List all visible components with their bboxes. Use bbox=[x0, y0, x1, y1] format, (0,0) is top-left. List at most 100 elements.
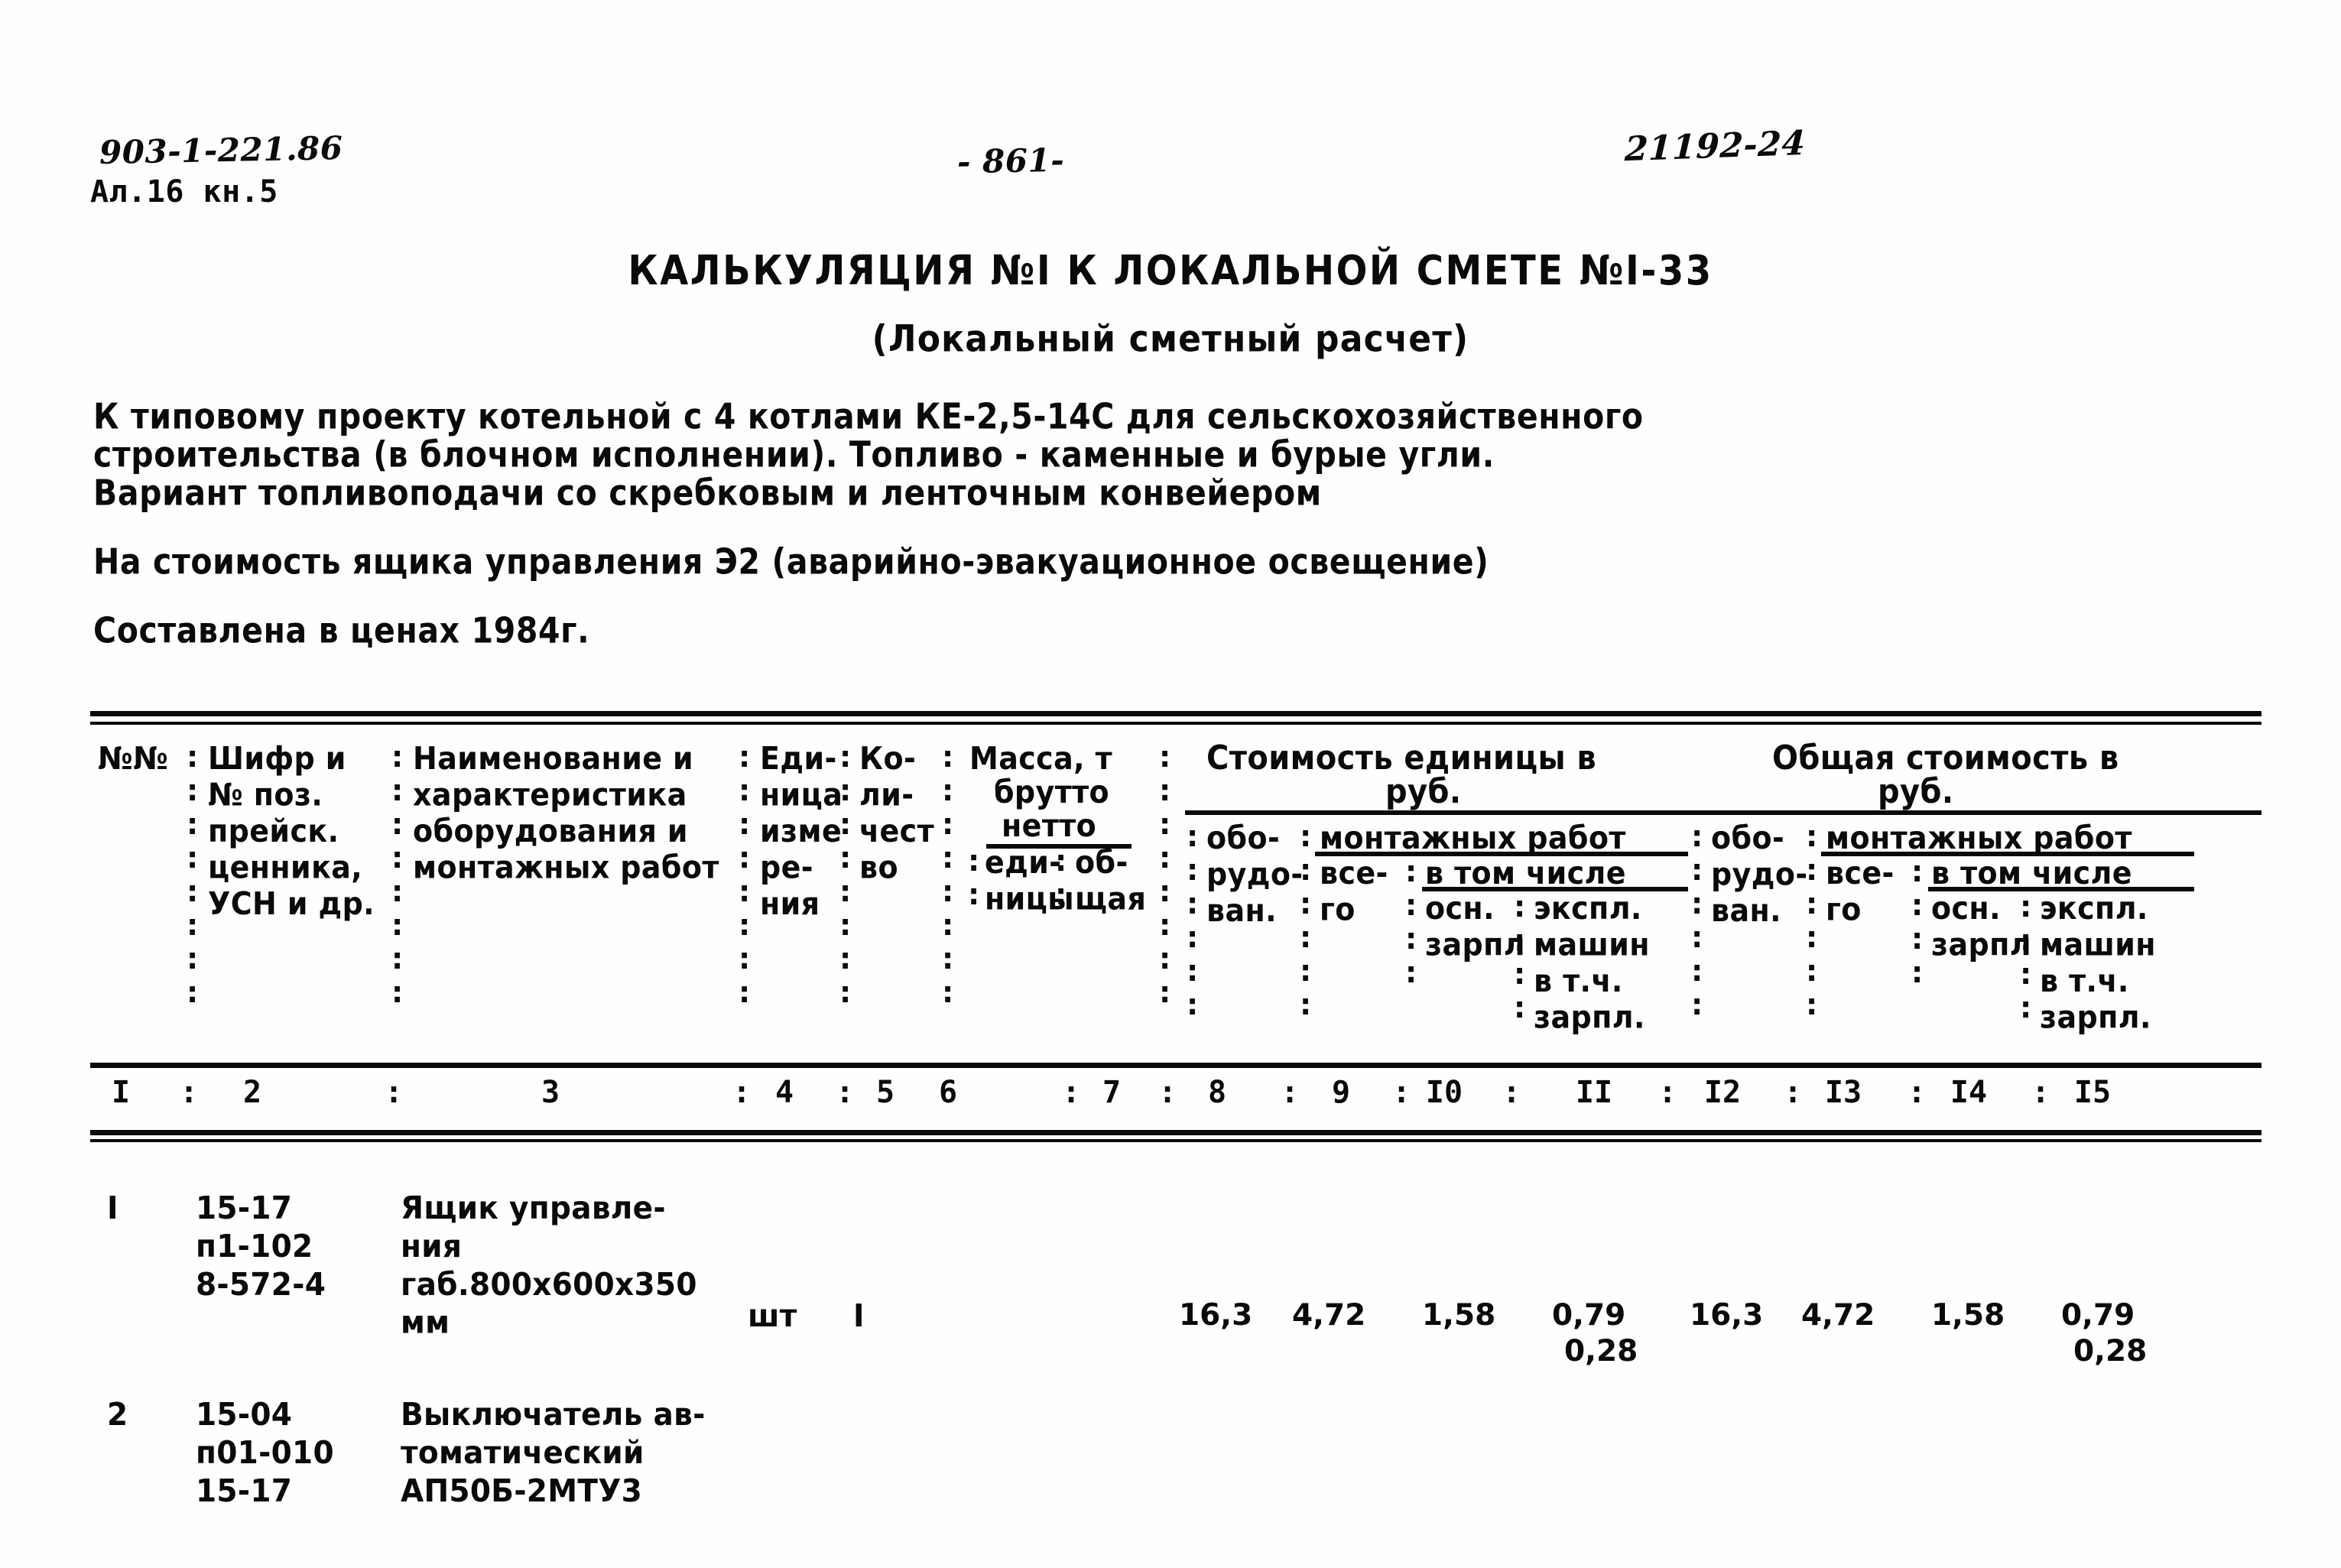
colnum-rule-bottom bbox=[90, 1130, 2261, 1135]
header-mass-total: об- щая bbox=[1075, 844, 1147, 917]
colon-sep-15: : : : : bbox=[2020, 890, 2032, 1024]
header-osn-2: осн. зарпл bbox=[1931, 890, 2032, 963]
row-1-no: 2 bbox=[107, 1397, 128, 1433]
header-name-col: Наименование и характеристика оборудован… bbox=[413, 740, 719, 886]
colnum-sep-i: : bbox=[1502, 1075, 1521, 1110]
price-base-line: Составлена в ценах 1984г. bbox=[93, 610, 590, 651]
description-line-2: строительства (в блочном исполнении). То… bbox=[93, 434, 1495, 476]
colnum-8: 8 bbox=[1207, 1075, 1227, 1110]
scope-line: На стоимость ящика управления Э2 (аварий… bbox=[93, 541, 1489, 583]
colon-sep-5: : : : : : : : : bbox=[942, 740, 954, 1009]
header-mass-brutto: брутто bbox=[994, 774, 1110, 810]
colnum-sep-c: : bbox=[732, 1075, 752, 1110]
description-line-3: Вариант топливоподачи со скребковым и ле… bbox=[93, 472, 1322, 514]
row-0-unit-expl-zarpl: 0,28 bbox=[1564, 1334, 1638, 1368]
colnum-7: 7 bbox=[1102, 1075, 1122, 1110]
colnum-sep-k: : bbox=[1783, 1075, 1803, 1110]
colon-sep-14: : : : : bbox=[1911, 855, 1924, 989]
colnum-4: 4 bbox=[774, 1075, 794, 1110]
header-unit-col: Еди- ница изме ре- ния bbox=[760, 740, 843, 922]
header-osn-1: осн. зарпл bbox=[1425, 890, 1526, 963]
header-total-cost-rub: руб. bbox=[1878, 772, 1954, 811]
header-mass-netto: нетто bbox=[1002, 807, 1097, 844]
colon-sep-11: : : : : bbox=[1514, 890, 1526, 1024]
row-0-name: Ящик управле- ния габ.800х600х350 мм bbox=[401, 1190, 697, 1342]
sheet-code: 21192-24 bbox=[1624, 123, 1807, 170]
row-0-total-osn: 1,58 bbox=[1931, 1298, 2005, 1333]
row-0-total-equip: 16,3 bbox=[1690, 1298, 1764, 1333]
row-0-code: 15-17 п1-102 8-572-4 bbox=[196, 1190, 326, 1303]
colnum-rule-top bbox=[90, 1063, 2261, 1068]
document-page: 903-1-221.86 Ал.16 кн.5 - 861- 21192-24 … bbox=[0, 0, 2341, 1568]
header-qty-col: Ко- ли- чест во bbox=[859, 740, 935, 886]
colnum-11: II bbox=[1575, 1075, 1613, 1110]
header-equip-1: обо- рудо- ван. bbox=[1206, 820, 1304, 929]
row-0-total-expl: 0,79 bbox=[2061, 1298, 2135, 1333]
row-1-name: Выключатель ав- томатический АП50Б-2МТУ3 bbox=[401, 1397, 706, 1510]
colnum-sep-a: : bbox=[179, 1075, 199, 1110]
colnum-10: I0 bbox=[1425, 1075, 1463, 1110]
header-unit-cost-title: Стоимость единицы в bbox=[1206, 739, 1597, 778]
colon-sep-12: : : : : : : bbox=[1691, 820, 1703, 1021]
colnum-sep-b: : bbox=[384, 1075, 404, 1110]
colnum-sep-l: : bbox=[1907, 1075, 1927, 1110]
colon-sep-mass: : : bbox=[1055, 844, 1067, 911]
header-equip-2: обо- рудо- ван. bbox=[1711, 820, 1808, 929]
colnum-sep-h: : bbox=[1391, 1075, 1411, 1110]
colon-sep-4: : : : : : : : : bbox=[839, 740, 852, 1009]
album-book-line: Ал.16 кн.5 bbox=[90, 174, 278, 209]
header-code-col: Шифр и № поз. прейск. ценника, УСН и др. bbox=[208, 740, 375, 922]
row-0-unit-osn: 1,58 bbox=[1422, 1298, 1496, 1333]
header-in-which-2: в том числе bbox=[1931, 855, 2132, 891]
header-expl-1: экспл. машин в т.ч. зарпл. bbox=[1534, 890, 1650, 1036]
row-0-unit-equip: 16,3 bbox=[1179, 1298, 1253, 1333]
colon-sep-13: : : : : : : bbox=[1806, 820, 1818, 1021]
header-in-which-1: в том числе bbox=[1425, 855, 1626, 891]
row-0-qty: I bbox=[853, 1298, 865, 1335]
colnum-6: 6 bbox=[938, 1075, 958, 1110]
colnum-15: I5 bbox=[2073, 1075, 2112, 1110]
header-install-2: монтажных работ bbox=[1826, 820, 2132, 856]
header-expl-2: экспл. машин в т.ч. зарпл. bbox=[2040, 890, 2156, 1036]
colnum-9: 9 bbox=[1331, 1075, 1351, 1110]
colon-sep-1: : : : : : : : : bbox=[187, 740, 199, 1009]
row-1-code: 15-04 п01-010 15-17 bbox=[196, 1397, 334, 1510]
header-num-col: №№ bbox=[98, 740, 169, 777]
unit-cost-group-rule bbox=[1185, 810, 1690, 815]
colnum-sep-d: : bbox=[835, 1075, 855, 1110]
document-code: 903-1-221.86 bbox=[99, 128, 343, 172]
colon-sep-9: : : : : : : bbox=[1300, 820, 1312, 1021]
colnum-sep-g: : bbox=[1280, 1075, 1300, 1110]
row-0-unit-install-all: 4,72 bbox=[1292, 1298, 1366, 1333]
colnum-2: 2 bbox=[242, 1075, 262, 1110]
header-unit-cost-rub: руб. bbox=[1385, 772, 1462, 811]
colnum-14: I4 bbox=[1950, 1075, 1988, 1110]
colnum-sep-m: : bbox=[2031, 1075, 2050, 1110]
colnum-sep-e: : bbox=[1061, 1075, 1081, 1110]
header-install-all-1: все- го bbox=[1320, 855, 1388, 928]
header-mass-title: Масса, т bbox=[969, 740, 1113, 777]
header-install-1: монтажных работ bbox=[1320, 820, 1626, 856]
header-install-all-2: все- го bbox=[1826, 855, 1895, 928]
colon-sep-7: : : : : : : : : bbox=[1159, 740, 1171, 1009]
header-total-cost-title: Общая стоимость в bbox=[1772, 739, 2119, 778]
table-top-rule-2 bbox=[90, 722, 2261, 725]
colon-sep-6: : : bbox=[968, 844, 980, 911]
row-0-total-install-all: 4,72 bbox=[1801, 1298, 1875, 1333]
table-top-rule bbox=[90, 711, 2261, 716]
page-subtitle: (Локальный сметный расчет) bbox=[872, 317, 1469, 361]
colon-sep-3: : : : : : : : : bbox=[739, 740, 751, 1009]
colon-sep-8: : : : : : : bbox=[1187, 820, 1199, 1021]
colnum-3: 3 bbox=[541, 1075, 560, 1110]
colnum-5: 5 bbox=[875, 1075, 895, 1110]
colon-sep-2: : : : : : : : : bbox=[391, 740, 404, 1009]
colnum-sep-f: : bbox=[1158, 1075, 1177, 1110]
page-title: КАЛЬКУЛЯЦИЯ №I К ЛОКАЛЬНОЙ СМЕТЕ №I-33 bbox=[628, 246, 1713, 295]
colon-sep-10: : : : : bbox=[1405, 855, 1417, 989]
row-0-unit: шт bbox=[748, 1298, 797, 1335]
colnum-13: I3 bbox=[1824, 1075, 1862, 1110]
page-number: - 861- bbox=[956, 141, 1065, 181]
colnum-rule-bottom-2 bbox=[90, 1139, 2261, 1142]
row-0-no: I bbox=[107, 1190, 119, 1227]
colnum-sep-j: : bbox=[1658, 1075, 1677, 1110]
